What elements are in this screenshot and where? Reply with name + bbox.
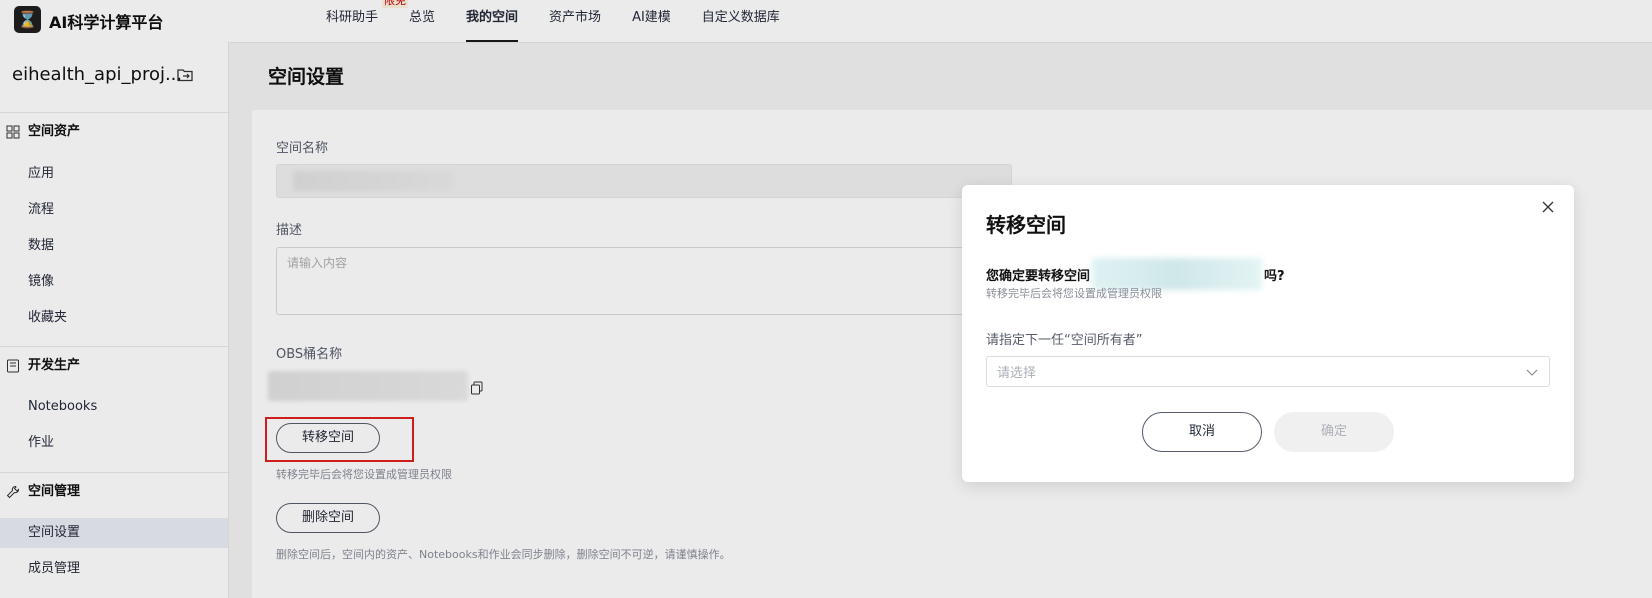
confirm-button[interactable]: 确定 bbox=[1274, 412, 1394, 452]
dialog-subtext: 转移完毕后会将您设置成管理员权限 bbox=[986, 287, 1162, 300]
chevron-down-icon bbox=[1526, 369, 1538, 376]
close-icon[interactable] bbox=[1538, 197, 1558, 217]
transfer-space-dialog: 转移空间 您确定要转移空间 吗? 转移完毕后会将您设置成管理员权限 请指定下一任… bbox=[962, 185, 1574, 482]
owner-label: 请指定下一任“空间所有者” bbox=[986, 333, 1143, 348]
question-prefix: 您确定要转移空间 bbox=[986, 268, 1091, 284]
select-placeholder: 请选择 bbox=[997, 366, 1037, 381]
owner-select[interactable]: 请选择 bbox=[986, 356, 1550, 387]
question-suffix: 吗? bbox=[1264, 268, 1285, 284]
cancel-button[interactable]: 取消 bbox=[1142, 412, 1262, 452]
dialog-title: 转移空间 bbox=[986, 213, 1066, 237]
